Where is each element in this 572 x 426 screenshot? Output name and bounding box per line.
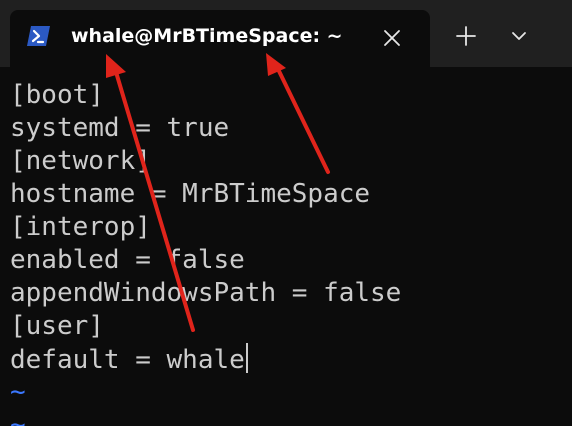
tab-title: whale@MrBTimeSpace: ~ [71, 25, 343, 47]
powershell-icon [27, 26, 50, 46]
config-line: [network] [10, 146, 151, 176]
plus-icon[interactable] [452, 24, 480, 48]
config-line: systemd = true [10, 113, 230, 143]
config-line: [boot] [10, 80, 104, 110]
config-line: appendWindowsPath = false [10, 278, 402, 308]
close-icon[interactable] [380, 26, 404, 50]
text-cursor [245, 343, 248, 373]
config-line: [user] [10, 311, 104, 341]
chevron-down-icon[interactable] [505, 24, 533, 48]
tab-bar: whale@MrBTimeSpace: ~ [0, 0, 572, 67]
config-line: hostname = MrBTimeSpace [10, 179, 371, 209]
terminal-window: whale@MrBTimeSpace: ~ [boot] systemd = t… [0, 0, 572, 426]
config-line: [interop] [10, 212, 151, 242]
config-line-with-cursor: default = whale [10, 343, 401, 376]
config-line-text: default = whale [10, 345, 245, 375]
terminal-content[interactable]: [boot] systemd = true [network] hostname… [10, 79, 401, 426]
tab-active[interactable]: whale@MrBTimeSpace: ~ [10, 10, 430, 67]
empty-line-marker: ~ [10, 410, 26, 426]
empty-line-marker: ~ [10, 377, 26, 407]
config-line: enabled = false [10, 245, 245, 275]
